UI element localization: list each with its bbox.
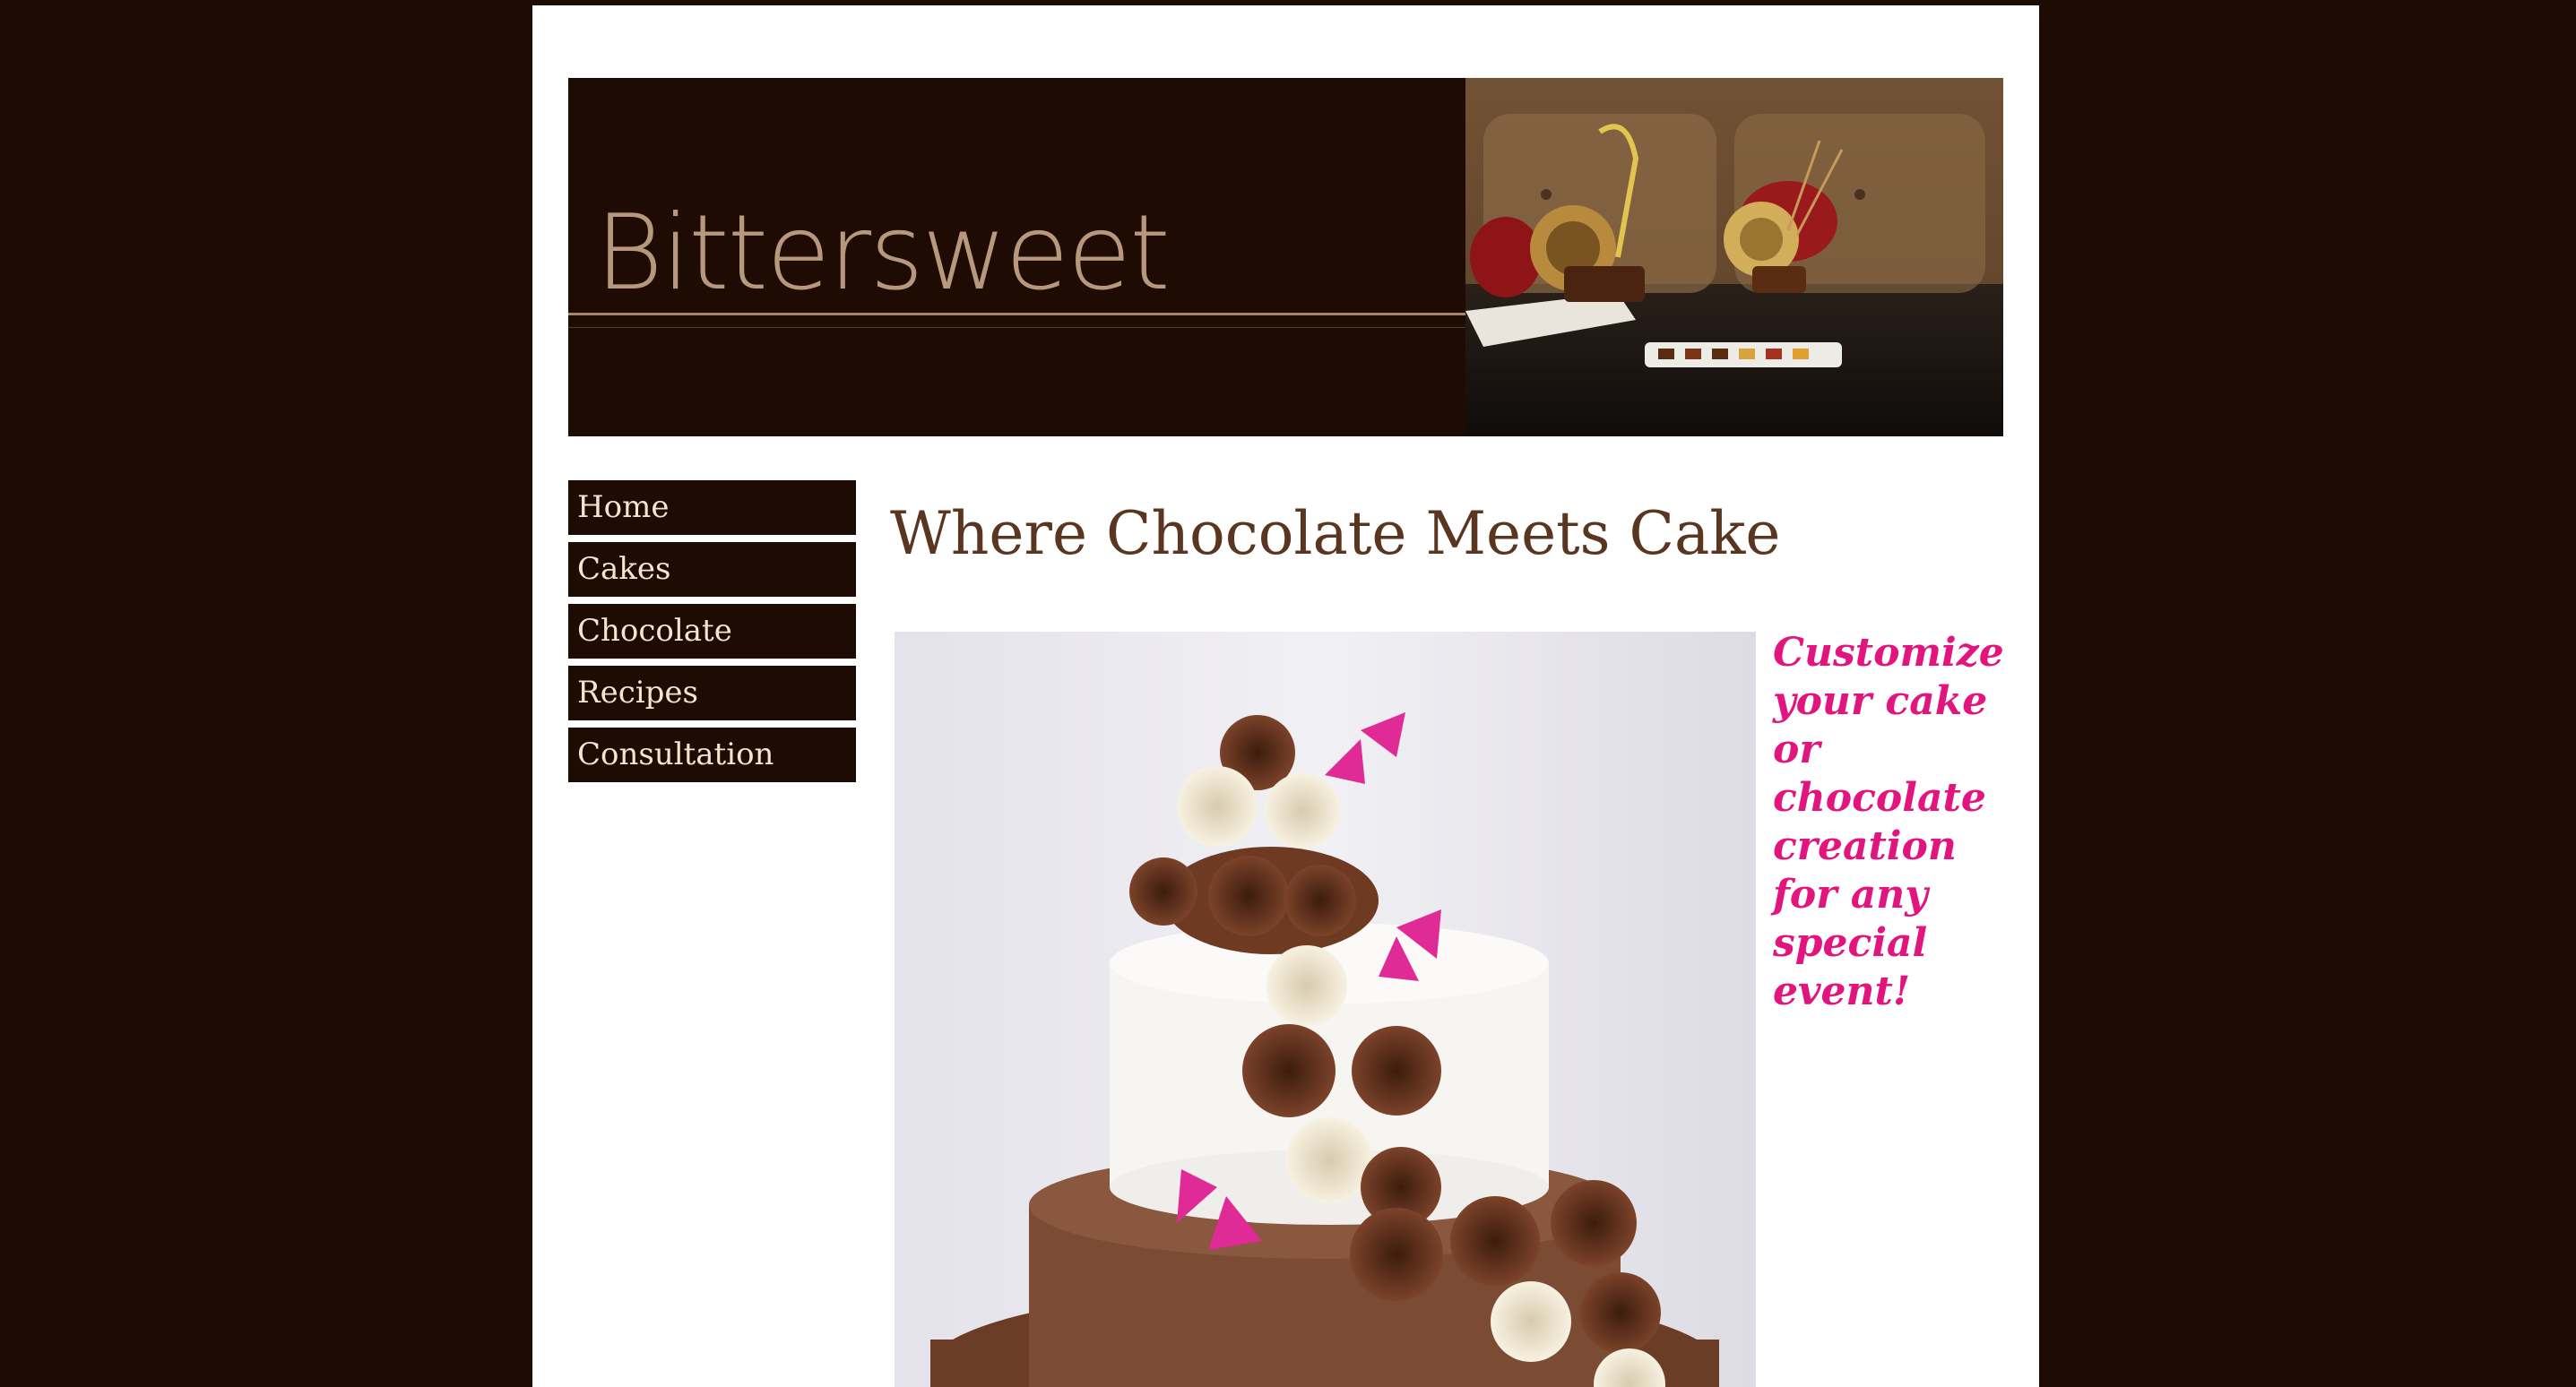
promo-text: Customize your cake or chocolate creatio… — [1773, 630, 2004, 1014]
header-banner: Bittersweet — [568, 78, 2003, 436]
main-nav: Home Cakes Chocolate Recipes Consultatio… — [568, 480, 856, 789]
nav-item-recipes[interactable]: Recipes — [568, 666, 856, 720]
nav-item-consultation[interactable]: Consultation — [568, 728, 856, 782]
site-logo[interactable]: Bittersweet — [595, 202, 1171, 306]
page-title: Where Chocolate Meets Cake — [890, 499, 1781, 568]
logo-underline — [568, 313, 1465, 315]
chocolate-dessert-photo — [1465, 78, 2003, 436]
logo-underline-thin — [568, 327, 1465, 328]
nav-item-cakes[interactable]: Cakes — [568, 542, 856, 597]
chocolate-rose-cake-photo — [895, 632, 1756, 1387]
nav-item-chocolate[interactable]: Chocolate — [568, 604, 856, 659]
nav-item-home[interactable]: Home — [568, 480, 856, 535]
page-container: Bittersweet Home Cakes Chocolate Recipes… — [532, 5, 2039, 1387]
